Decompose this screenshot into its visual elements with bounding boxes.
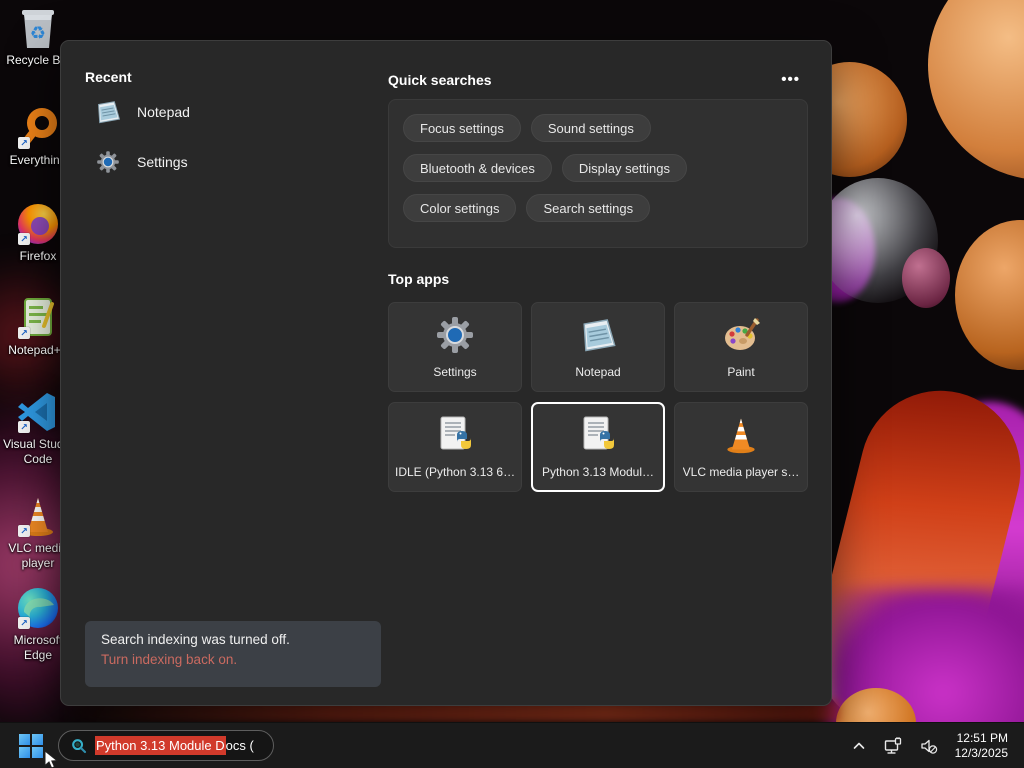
clock-date: 12/3/2025 (954, 745, 1008, 760)
taskbar-search-box[interactable]: Python 3.13 Module Docs ( (58, 730, 274, 761)
microsoft-edge-icon: ↗ (16, 586, 60, 630)
tile-label: Paint (727, 365, 755, 379)
svg-text:♻: ♻ (30, 23, 46, 43)
gear-icon (95, 149, 121, 175)
recent-section: Recent Notepad Settings (85, 69, 365, 185)
indexing-notice: Search indexing was turned off. Turn ind… (85, 621, 381, 687)
search-icon (71, 738, 87, 754)
recent-title: Recent (85, 69, 132, 85)
chevron-up-icon (851, 738, 867, 754)
quick-search-pill[interactable]: Color settings (403, 194, 517, 222)
shortcut-arrow-icon: ↗ (18, 525, 30, 537)
tile-label: Python 3.13 Modul… (541, 465, 655, 479)
tile-label: IDLE (Python 3.13 6… (395, 465, 515, 479)
quick-searches-card: Focus settings Sound settings Bluetooth … (388, 99, 808, 248)
vlc-icon: ↗ (16, 494, 60, 538)
volume-muted-icon (919, 736, 939, 756)
notepad-plus-plus-icon: ↗ (16, 296, 60, 340)
everything-icon: ↗ (16, 106, 60, 150)
top-app-tile-notepad[interactable]: Notepad (531, 302, 665, 392)
quick-search-pill[interactable]: Focus settings (403, 114, 521, 142)
notepad-icon (578, 315, 618, 355)
recent-item-label: Notepad (137, 104, 190, 120)
python-doc-icon (435, 415, 475, 455)
desktop-icon-label: Everything (9, 153, 67, 167)
unselected-text: ocs ( (225, 738, 254, 753)
tile-label: Notepad (575, 365, 621, 379)
shortcut-arrow-icon: ↗ (18, 137, 30, 149)
python-doc-icon (578, 415, 618, 455)
top-app-tile-python-module-docs[interactable]: Python 3.13 Modul… (531, 402, 665, 492)
top-app-tile-settings[interactable]: Settings (388, 302, 522, 392)
quick-search-pill[interactable]: Display settings (561, 154, 687, 182)
clock-time: 12:51 PM (956, 730, 1008, 745)
paint-icon (721, 315, 761, 355)
top-app-tile-idle-python[interactable]: IDLE (Python 3.13 6… (388, 402, 522, 492)
recent-item-label: Settings (137, 154, 188, 170)
windows-logo-icon (19, 733, 43, 758)
desktop-icon-label: Notepad++ (8, 343, 68, 357)
more-options-button[interactable]: ••• (773, 69, 808, 90)
taskbar-clock[interactable]: 12:51 PM 12/3/2025 (949, 731, 1014, 761)
selected-text: Python 3.13 Module D (95, 736, 226, 755)
taskbar: Python 3.13 Module Docs (12:51 PM 12/3/… (0, 722, 1024, 768)
recent-item-settings[interactable]: Settings (85, 139, 365, 185)
network-icon (883, 736, 903, 756)
quick-search-pill[interactable]: Bluetooth & devices (403, 154, 552, 182)
search-flyout-panel: Recent Notepad Settings Quick searches •… (60, 40, 832, 706)
volume-button[interactable] (913, 728, 945, 764)
quick-search-pill[interactable]: Search settings (526, 194, 651, 222)
shortcut-arrow-icon: ↗ (18, 617, 30, 629)
network-button[interactable] (877, 728, 909, 764)
shortcut-arrow-icon: ↗ (18, 327, 30, 339)
shortcut-arrow-icon: ↗ (18, 421, 30, 433)
shortcut-arrow-icon: ↗ (18, 233, 30, 245)
top-apps-grid: Settings Notepad Paint IDLE (Python 3.13… (388, 302, 808, 492)
turn-indexing-on-link[interactable]: Turn indexing back on. (101, 652, 365, 667)
indexing-message: Search indexing was turned off. (101, 632, 290, 647)
tile-label: Settings (433, 365, 477, 379)
quick-search-pill[interactable]: Sound settings (530, 114, 651, 142)
start-button[interactable] (12, 727, 50, 765)
vlc-icon (721, 415, 761, 455)
desktop-icon-label: Microsoft Edge (13, 633, 63, 662)
tray-overflow-button[interactable] (845, 728, 873, 764)
quick-searches-title: Quick searches (388, 71, 492, 88)
desktop-icon-label: VLC media player (8, 541, 68, 570)
quick-searches-header: Quick searches ••• (388, 69, 808, 90)
top-app-tile-vlc[interactable]: VLC media player s… (674, 402, 808, 492)
desktop-icon-label: Firefox (19, 249, 57, 263)
top-app-tile-paint[interactable]: Paint (674, 302, 808, 392)
recent-item-notepad[interactable]: Notepad (85, 89, 365, 135)
tile-label: VLC media player s… (682, 465, 800, 479)
gear-icon (435, 315, 475, 355)
search-input-text[interactable]: Python 3.13 Module Docs ( (95, 736, 254, 755)
visual-studio-code-icon: ↗ (16, 390, 60, 434)
notepad-icon (95, 99, 121, 125)
firefox-icon: ↗ (16, 202, 60, 246)
system-tray: 12:51 PM 12/3/2025 (845, 728, 1024, 764)
recycle-bin-icon: ♻ (16, 6, 60, 50)
top-apps-title: Top apps (388, 271, 450, 287)
